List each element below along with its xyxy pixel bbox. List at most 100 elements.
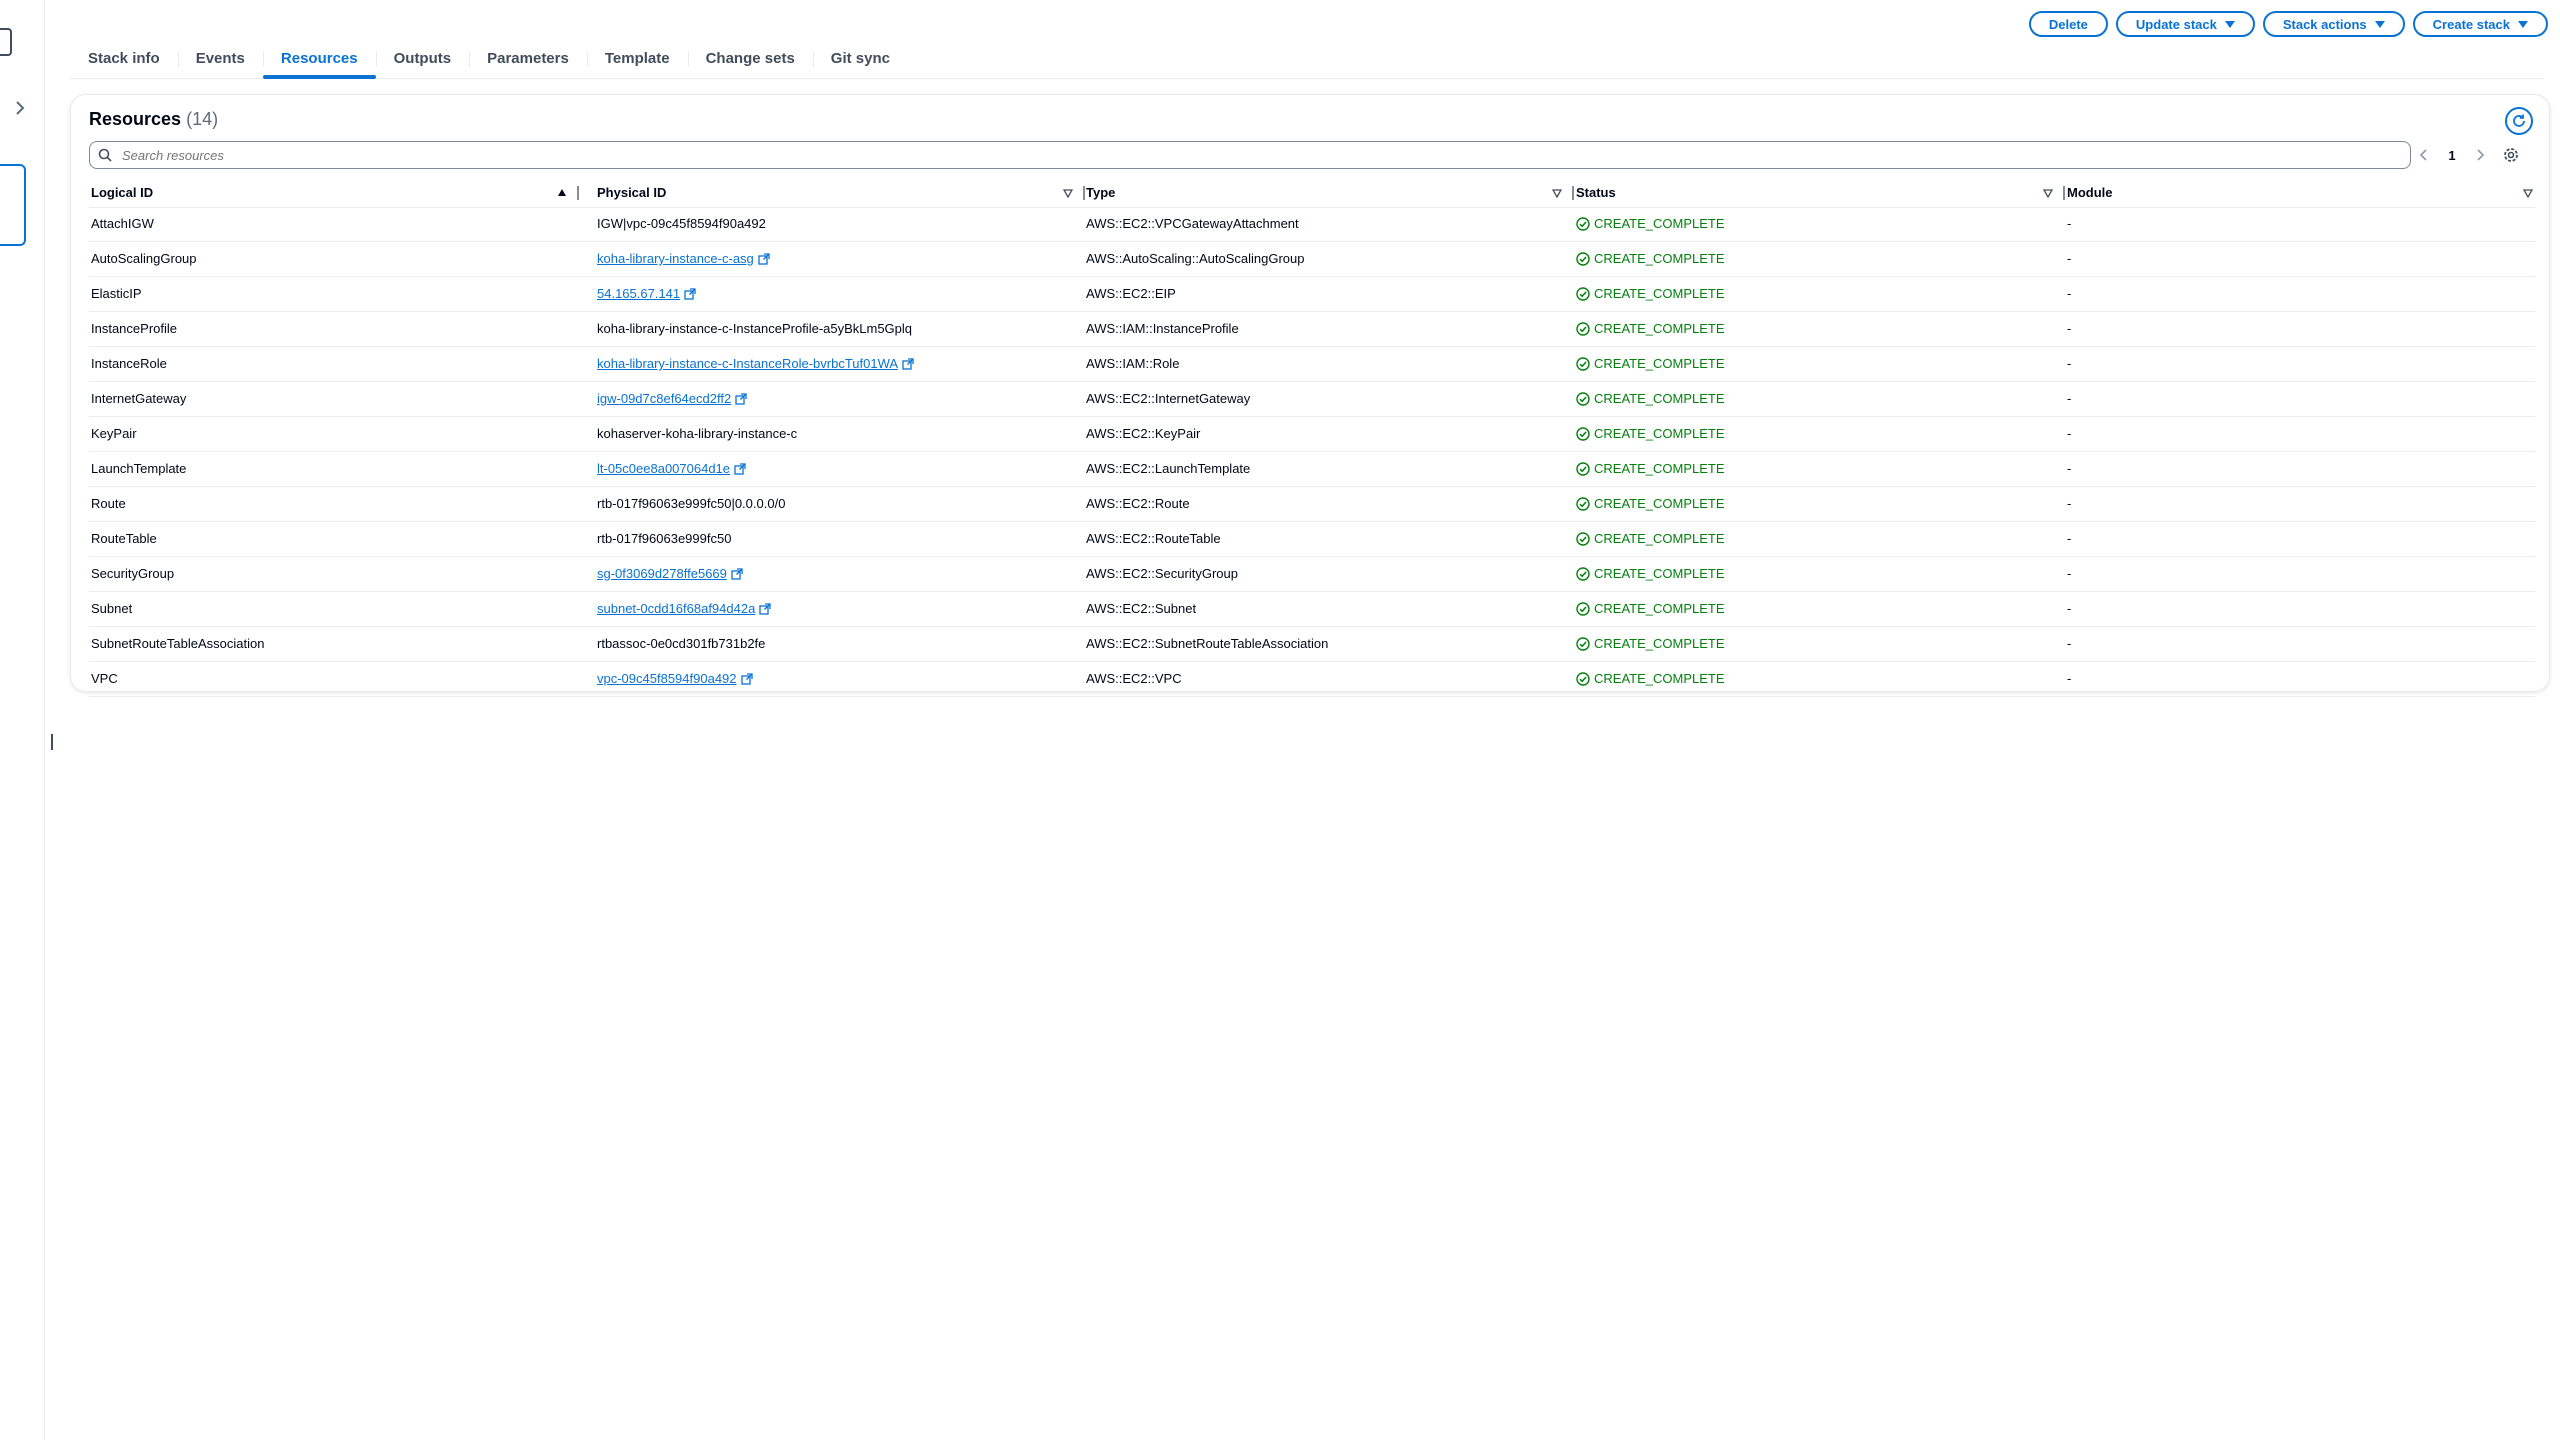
column-divider[interactable]: [577, 186, 579, 200]
tab-template[interactable]: Template: [586, 40, 688, 78]
cell-status: CREATE_COMPLETE: [1574, 207, 1725, 241]
cell-module: -: [2067, 251, 2072, 266]
stack-actions-toolbar: Delete Update stack Stack actions Create…: [2028, 11, 2548, 37]
external-link-icon[interactable]: [734, 454, 746, 488]
cell-module: -: [2067, 286, 2072, 301]
resources-panel: Resources (14) 1 Logical ID Physical ID …: [70, 94, 2550, 697]
cell-physical-id: rtb-017f96063e999fc50|0.0.0.0/0: [595, 487, 785, 521]
cell-module: -: [2067, 216, 2072, 231]
stack-actions-label: Stack actions: [2282, 16, 2367, 32]
physical-id-text: rtbassoc-0e0cd301fb731b2fe: [597, 636, 766, 651]
column-header-module[interactable]: Module: [2065, 179, 2535, 207]
physical-id-link[interactable]: igw-09d7c8ef64ecd2ff2: [597, 391, 731, 406]
refresh-button[interactable]: [2505, 107, 2533, 135]
cell-status: CREATE_COMPLETE: [1574, 242, 1725, 276]
tab-parameters[interactable]: Parameters: [469, 40, 587, 78]
column-header-type[interactable]: Type: [1084, 179, 1574, 207]
cell-status: CREATE_COMPLETE: [1574, 347, 1725, 381]
nav-selected-indicator[interactable]: [0, 164, 26, 246]
stack-tabs: Stack info Events Resources Outputs Para…: [70, 40, 2544, 79]
external-link-icon[interactable]: [759, 594, 771, 628]
physical-id-link[interactable]: sg-0f3069d278ffe5669: [597, 566, 727, 581]
chevron-right-icon[interactable]: [2473, 148, 2487, 162]
column-header-logical-id[interactable]: Logical ID: [89, 179, 579, 207]
external-link-icon[interactable]: [740, 664, 753, 698]
table-row: LaunchTemplate lt-05c0ee8a007064d1e AWS::E…: [89, 452, 2535, 487]
search-input[interactable]: [120, 146, 2324, 164]
status-text: CREATE_COMPLETE: [1594, 251, 1725, 266]
tab-git-sync[interactable]: Git sync: [812, 40, 908, 78]
physical-id-text: subnet-0cdd16f68af94d42a: [597, 601, 756, 616]
status-text: CREATE_COMPLETE: [1594, 216, 1725, 231]
cell-physical-id: 54.165.67.141: [595, 277, 696, 311]
cell-logical-id: InternetGateway: [91, 391, 187, 406]
cell-type: AWS::EC2::KeyPair: [1086, 426, 1201, 441]
cell-status: CREATE_COMPLETE: [1574, 627, 1725, 661]
physical-id-link[interactable]: koha-library-instance-c-asg: [597, 251, 754, 266]
caret-down-icon: [2374, 20, 2385, 28]
cell-physical-id: koha-library-instance-c-asg: [595, 242, 770, 276]
cell-physical-id: kohaserver-koha-library-instance-c: [595, 417, 797, 451]
cell-logical-id: SecurityGroup: [91, 566, 175, 581]
cell-logical-id: VPC: [91, 671, 118, 686]
physical-id-link[interactable]: subnet-0cdd16f68af94d42a: [597, 601, 755, 616]
column-header-physical-id[interactable]: Physical ID: [595, 179, 1085, 207]
success-check-icon: [1576, 216, 1594, 231]
external-link-icon[interactable]: [758, 244, 770, 278]
physical-id-link[interactable]: 54.165.67.141: [597, 286, 680, 301]
text-cursor: [51, 734, 53, 750]
chevron-right-icon[interactable]: [8, 96, 32, 120]
cell-type: AWS::IAM::Role: [1086, 356, 1180, 371]
stack-actions-button[interactable]: Stack actions: [2262, 11, 2405, 37]
success-check-icon: [1576, 321, 1594, 336]
physical-id-text: rtb-017f96063e999fc50|0.0.0.0/0: [597, 496, 786, 511]
status-text: CREATE_COMPLETE: [1594, 531, 1725, 546]
cell-physical-id: IGW|vpc-09c45f8594f90a492: [595, 207, 766, 241]
tab-events[interactable]: Events: [177, 40, 263, 78]
success-check-icon: [1576, 496, 1594, 511]
create-stack-button[interactable]: Create stack: [2412, 11, 2548, 37]
cell-logical-id: AutoScalingGroup: [91, 251, 197, 266]
physical-id-link[interactable]: vpc-09c45f8594f90a492: [597, 671, 737, 686]
side-navigation-collapsed: [0, 0, 45, 1440]
cell-logical-id: SubnetRouteTableAssociation: [91, 636, 265, 651]
nav-toggle-box[interactable]: [0, 28, 12, 56]
update-stack-button[interactable]: Update stack: [2115, 11, 2255, 37]
table-row: RouteTable rtb-017f96063e999fc50 AWS::EC2:…: [89, 522, 2535, 557]
external-link-icon[interactable]: [902, 349, 914, 383]
table-row: AttachIGW IGW|vpc-09c45f8594f90a492 AWS::E…: [89, 207, 2535, 242]
settings-gear-icon[interactable]: [2501, 145, 2521, 165]
cell-status: CREATE_COMPLETE: [1574, 312, 1725, 346]
page-number[interactable]: 1: [2448, 148, 2455, 163]
external-link-icon[interactable]: [735, 384, 747, 418]
cell-type: AWS::AutoScaling::AutoScalingGroup: [1086, 251, 1305, 266]
resources-count: (14): [186, 109, 219, 129]
tab-stack-info[interactable]: Stack info: [70, 40, 178, 78]
chevron-left-icon[interactable]: [2417, 148, 2431, 162]
column-header-status[interactable]: Status: [1574, 179, 2065, 207]
cell-module: -: [2067, 636, 2072, 651]
external-link-icon[interactable]: [684, 279, 696, 313]
delete-button[interactable]: Delete: [2028, 11, 2108, 37]
cell-type: AWS::EC2::EIP: [1086, 286, 1176, 301]
physical-id-link[interactable]: lt-05c0ee8a007064d1e: [597, 461, 730, 476]
cell-module: -: [2067, 426, 2072, 441]
cell-module: -: [2067, 461, 2072, 476]
tab-outputs[interactable]: Outputs: [375, 40, 470, 78]
sort-descending-icon: [1552, 189, 1562, 198]
table-row: SubnetRouteTableAssociation rtbassoc-0e0c…: [89, 627, 2535, 662]
cell-physical-id: rtb-017f96063e999fc50: [595, 522, 731, 556]
external-link-icon[interactable]: [731, 559, 743, 593]
search-field[interactable]: [89, 141, 2411, 169]
status-text: CREATE_COMPLETE: [1594, 356, 1725, 371]
physical-id-link[interactable]: koha-library-instance-c-InstanceRole-bvr…: [597, 356, 898, 371]
table-row: Route rtb-017f96063e999fc50|0.0.0.0/0 AWS:…: [89, 487, 2535, 522]
cell-physical-id: vpc-09c45f8594f90a492: [595, 662, 753, 696]
tab-change-sets[interactable]: Change sets: [687, 40, 813, 78]
cell-type: AWS::EC2::RouteTable: [1086, 531, 1221, 546]
physical-id-text: 54.165.67.141: [597, 286, 681, 301]
resources-title: Resources: [89, 109, 182, 129]
tab-resources[interactable]: Resources: [262, 40, 376, 79]
table-row: InstanceRole koha-library-instance-c-Inst…: [89, 347, 2535, 382]
sort-descending-icon: [1063, 189, 1073, 198]
